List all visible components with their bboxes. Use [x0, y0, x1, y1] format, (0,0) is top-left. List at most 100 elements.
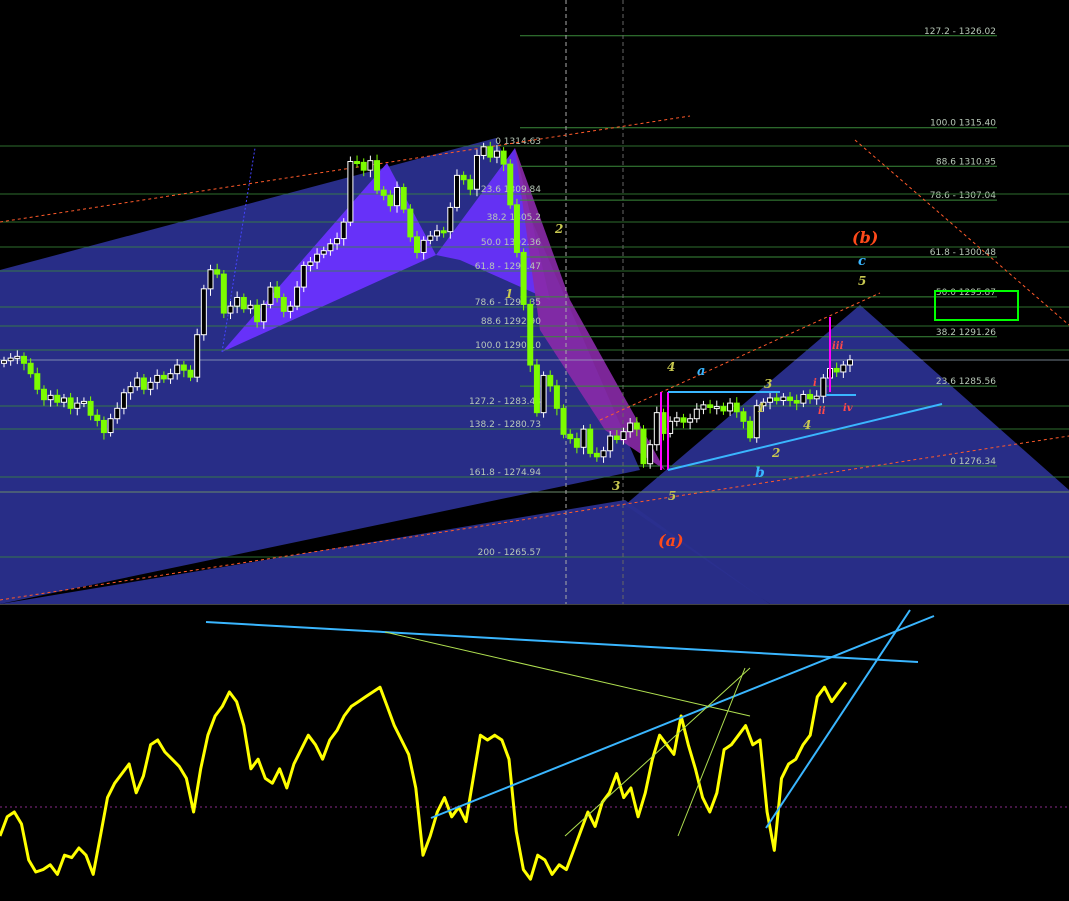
candle-body	[87, 400, 94, 416]
fib-label-left-11: 200 - 1265.57	[478, 548, 541, 558]
candle-body	[700, 404, 707, 410]
candle-body	[820, 377, 827, 397]
oscillator-lines	[0, 609, 1069, 881]
candle-body	[47, 394, 54, 401]
candle-body	[34, 373, 41, 390]
candle-body	[347, 161, 354, 223]
wave-label-five: 5	[668, 489, 676, 503]
candle-body	[773, 397, 780, 402]
candle-body	[1, 360, 7, 364]
candle-body	[553, 385, 560, 409]
candle-body	[693, 408, 700, 420]
candle-body	[813, 395, 820, 400]
candle-body	[747, 420, 754, 439]
osc-trendline-3	[384, 631, 751, 717]
candle-body	[280, 296, 287, 312]
candle-body	[327, 243, 334, 252]
candle-body	[620, 431, 627, 441]
osc-trendline-0	[205, 621, 919, 663]
candle-body	[480, 146, 487, 156]
candle-body	[14, 355, 21, 359]
candle-body	[680, 417, 687, 423]
candle-body	[840, 364, 847, 373]
candle-body	[613, 435, 620, 441]
candle-body	[507, 163, 514, 206]
candle-body	[427, 235, 434, 241]
candle-body	[120, 392, 127, 409]
candle-body	[647, 444, 654, 465]
candle-body	[567, 433, 574, 440]
candle-body	[187, 369, 194, 378]
candle-body	[287, 305, 294, 312]
price-chart[interactable]: 138.2 - 1330.32127.2 - 1326.02100.0 1315…	[0, 0, 1069, 604]
fib-label-right-2: 100.0 1315.40	[930, 119, 996, 129]
wave-label-one: 1	[757, 401, 765, 415]
fib-label-right-1: 127.2 - 1326.02	[924, 27, 996, 37]
candle-body	[520, 251, 527, 305]
candle-body	[460, 174, 467, 181]
fib-label-left-9: 138.2 - 1280.73	[469, 420, 541, 430]
fib-label-left-10: 161.8 - 1274.94	[469, 468, 541, 478]
candle-body	[453, 174, 460, 208]
fib-label-right-4: 78.6 - 1307.04	[930, 191, 996, 201]
wave-label-four: 4	[667, 360, 675, 374]
candle-body	[473, 154, 480, 190]
candle-body	[294, 286, 301, 307]
candle-body	[394, 186, 401, 207]
candle-body	[513, 204, 520, 253]
candle-body	[320, 250, 327, 255]
candle-body	[107, 418, 114, 434]
candle-body	[247, 304, 254, 310]
candle-body	[307, 261, 314, 266]
wave-label-c: c	[858, 254, 866, 269]
candle-body	[387, 194, 394, 207]
wave-label-b: b	[755, 465, 765, 481]
candle-body	[527, 303, 534, 366]
wave-label-i: i	[813, 378, 817, 389]
candle-body	[7, 357, 14, 362]
candle-body	[20, 355, 27, 364]
candle-body	[787, 396, 794, 402]
candle-body	[607, 435, 614, 452]
candle-body	[414, 236, 421, 253]
candle-body	[374, 160, 381, 191]
candle-body	[807, 393, 814, 400]
candle-body	[580, 428, 587, 448]
candle-body	[114, 407, 121, 420]
candle-body	[540, 374, 547, 414]
candle-body	[274, 286, 281, 298]
candle-body	[340, 221, 347, 240]
fib-label-right-5: 61.8 - 1300.48	[930, 248, 996, 258]
candle-body	[847, 359, 853, 366]
candle-body	[687, 418, 694, 423]
candle-body	[234, 296, 241, 307]
candle-body	[67, 397, 74, 409]
candle-body	[833, 367, 840, 373]
candle-body	[40, 388, 47, 401]
wave-label-two: 2	[771, 446, 780, 460]
osc-trendline-1	[430, 615, 935, 819]
candle-body	[533, 364, 540, 414]
candle-body	[54, 394, 61, 403]
candle-body	[200, 288, 207, 336]
candle-body	[74, 402, 81, 409]
candle-body	[380, 189, 387, 196]
candle-body	[793, 400, 800, 404]
oscillator-chart[interactable]	[0, 604, 1069, 901]
candle-body	[433, 230, 440, 237]
candle-body	[440, 230, 447, 234]
candle-body	[60, 397, 67, 403]
candle-body	[500, 150, 507, 165]
candle-body	[154, 374, 161, 383]
candle-body	[407, 208, 414, 238]
candle-body	[80, 400, 87, 404]
fib-label-left-2: 38.2 1305.2	[487, 213, 541, 223]
wave-label-a_paren: (a)	[658, 531, 684, 550]
candle-body	[467, 179, 474, 190]
candle-body	[207, 269, 214, 290]
candle-body	[240, 296, 247, 310]
candle-body	[160, 374, 167, 380]
candle-body	[227, 305, 234, 314]
candle-body	[94, 414, 101, 421]
fib-label-right-8: 23.6 1285.56	[936, 377, 996, 387]
